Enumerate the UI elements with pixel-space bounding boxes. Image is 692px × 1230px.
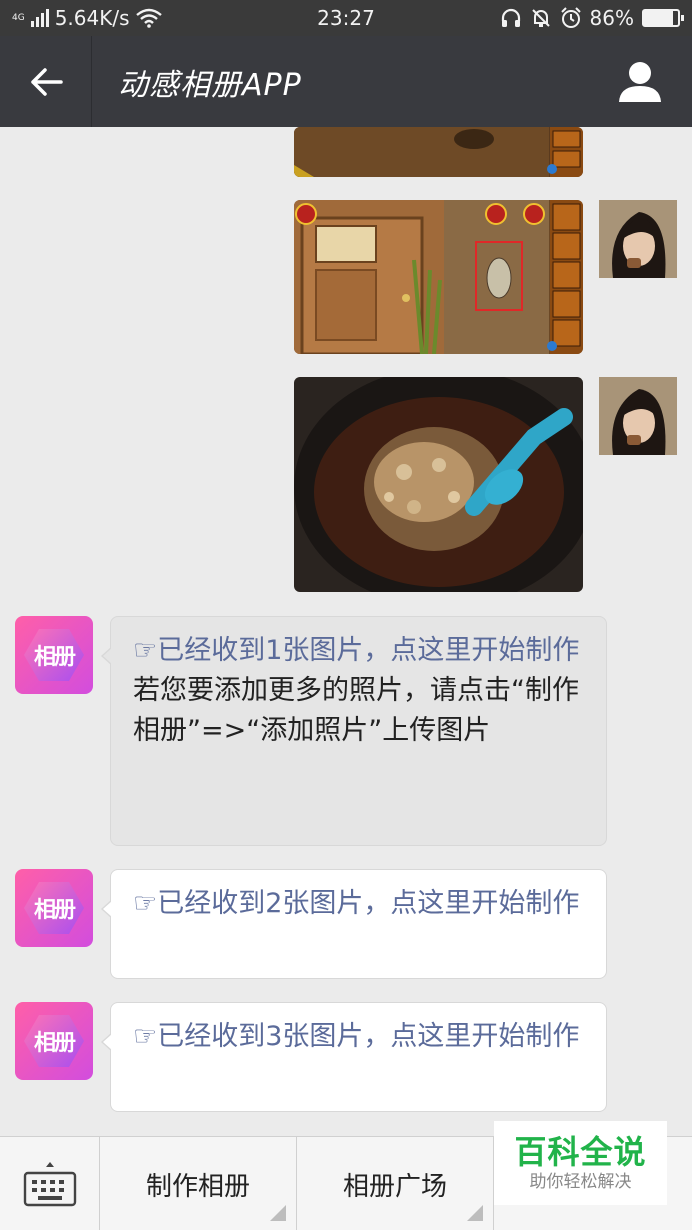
image-message[interactable] [294, 377, 583, 592]
start-making-link[interactable]: ☞已经收到3张图片，点这里开始制作 [133, 1017, 584, 1057]
food-photo-image [294, 377, 583, 592]
watermark-title: 百科全说 [514, 1133, 647, 1171]
menu-make-album[interactable]: 制作相册 [100, 1137, 297, 1230]
status-bar: 4G 5.64K/s 23:27 86% [0, 0, 692, 36]
battery-icon [642, 9, 684, 27]
title-bar: 动感相册APP [0, 36, 692, 127]
headset-icon [501, 8, 520, 27]
keyboard-toggle-button[interactable] [0, 1137, 100, 1230]
avatar-photo [599, 200, 677, 278]
app-avatar[interactable]: 相册 [15, 869, 93, 947]
app-avatar[interactable]: 相册 [15, 616, 93, 694]
image-message[interactable] [294, 200, 583, 354]
message-bubble[interactable]: ☞已经收到3张图片，点这里开始制作 [101, 1002, 607, 1112]
menu-album-square[interactable]: 相册广场 [297, 1137, 494, 1230]
page-title: 动感相册APP [118, 67, 302, 103]
app-avatar-label: 相册 [24, 882, 84, 934]
user-icon [619, 62, 661, 102]
alarm-icon [560, 7, 581, 28]
submenu-indicator-icon [467, 1205, 483, 1221]
network-speed: 5.64K/s [54, 6, 130, 30]
submenu-indicator-icon [270, 1205, 286, 1221]
avatar-photo [599, 377, 677, 455]
message-text: 若您要添加更多的照片，请点击“制作相册”=>“添加照片”上传图片 [133, 675, 579, 746]
menu-label: 制作相册 [145, 1171, 250, 1202]
watermark-subtitle: 助你轻松解决 [529, 1172, 632, 1192]
mute-icon [531, 9, 550, 27]
user-avatar[interactable] [599, 200, 677, 278]
arrow-left-icon [30, 67, 63, 96]
game-screenshot-image [294, 200, 583, 354]
network-type: 4G [12, 12, 25, 23]
game-screenshot-image [294, 127, 583, 177]
watermark: 百科全说 助你轻松解决 [494, 1121, 667, 1205]
back-button[interactable] [0, 36, 92, 127]
battery-percent: 86% [589, 6, 634, 30]
message-bubble[interactable]: ☞已经收到2张图片，点这里开始制作 [101, 869, 607, 979]
battery-level-fill [644, 11, 674, 25]
start-making-link[interactable]: ☞已经收到1张图片，点这里开始制作 [133, 631, 584, 671]
signal-icon [30, 9, 49, 27]
message-bubble[interactable]: ☞已经收到1张图片，点这里开始制作 若您要添加更多的照片，请点击“制作相册”=>… [101, 616, 607, 846]
profile-button[interactable] [616, 58, 664, 106]
app-avatar-label: 相册 [24, 629, 84, 681]
app-avatar-label: 相册 [24, 1015, 84, 1067]
keyboard-icon [23, 1162, 76, 1207]
user-avatar[interactable] [599, 377, 677, 455]
app-avatar[interactable]: 相册 [15, 1002, 93, 1080]
menu-label: 相册广场 [342, 1171, 447, 1202]
image-message[interactable] [294, 127, 583, 177]
start-making-link[interactable]: ☞已经收到2张图片，点这里开始制作 [133, 884, 584, 924]
wifi-icon [135, 8, 162, 28]
